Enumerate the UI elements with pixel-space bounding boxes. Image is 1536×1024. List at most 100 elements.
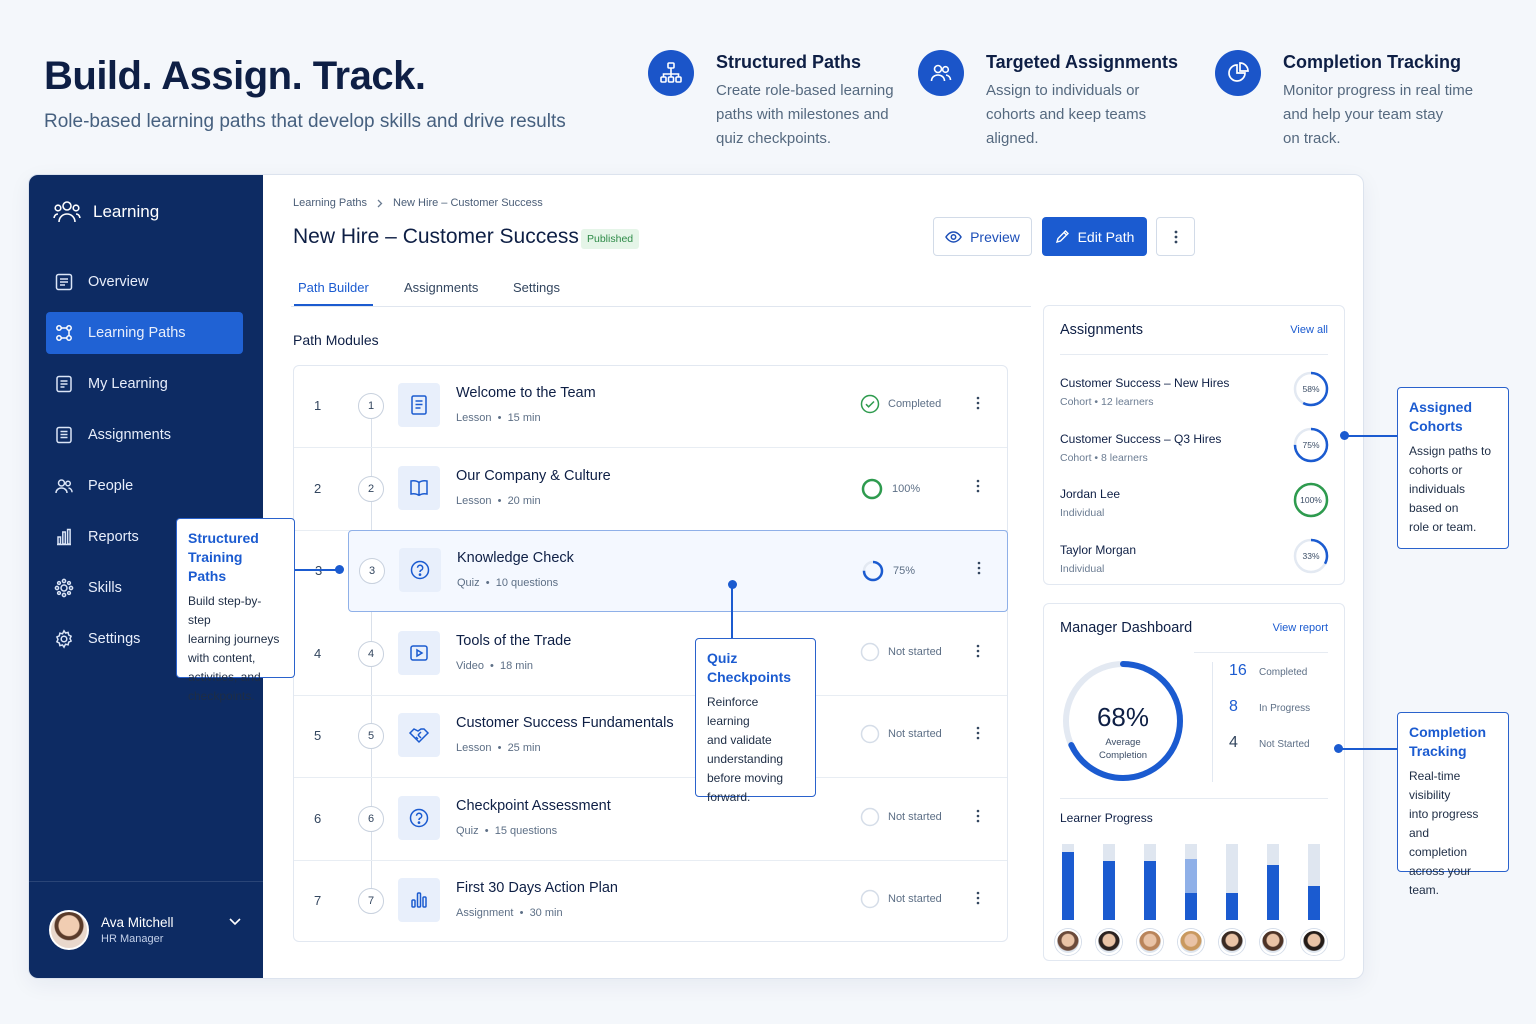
- module-more-button[interactable]: [976, 891, 980, 910]
- module-title: Customer Success Fundamentals: [456, 715, 674, 731]
- edit-path-button-label: Edit Path: [1077, 228, 1135, 245]
- user-profile[interactable]: Ava Mitchell HR Manager: [29, 881, 263, 978]
- tab-assignments[interactable]: Assignments: [404, 280, 478, 295]
- assignment-meta: Cohort • 12 learners: [1060, 396, 1154, 408]
- empty-ring: [860, 724, 880, 744]
- sidebar-item-label: Learning Paths: [88, 325, 186, 341]
- question-icon: [410, 560, 430, 580]
- avatar: [1301, 929, 1327, 955]
- module-more-button[interactable]: [976, 809, 980, 828]
- preview-button-label: Preview: [970, 228, 1020, 245]
- module-row[interactable]: 5 5 Customer Success Fundamentals Lesson • …: [294, 696, 1007, 778]
- module-icon-box: [399, 548, 441, 592]
- more-options-button[interactable]: [1156, 217, 1195, 256]
- sidebar-item-assignments[interactable]: Assignments: [46, 414, 243, 456]
- average-completion-donut: 68% Average Completion: [1063, 661, 1183, 781]
- module-row[interactable]: 1 1 Welcome to the Team Lesson • 15 min Comp…: [294, 366, 1007, 448]
- tab-path-builder[interactable]: Path Builder: [294, 280, 373, 306]
- callout-dot: [335, 565, 344, 574]
- learning-paths-icon: [56, 325, 72, 341]
- edit-path-button[interactable]: Edit Path: [1042, 217, 1147, 256]
- module-row[interactable]: 6 6 Checkpoint Assessment Quiz • 15 questio…: [294, 779, 1007, 861]
- sidebar-item-label: Settings: [88, 631, 141, 647]
- module-meta: Lesson • 15 min: [456, 412, 541, 424]
- module-status: Not started: [860, 889, 942, 909]
- module-row[interactable]: 7 7 First 30 Days Action Plan Assignment • …: [294, 861, 1007, 943]
- breadcrumb: Learning Paths New Hire – Customer Succe…: [293, 197, 543, 209]
- feature-targeted-assignments: Targeted Assignments Assign to individua…: [918, 50, 1178, 151]
- module-more-button[interactable]: [977, 561, 981, 580]
- sidebar-item-label: Assignments: [88, 427, 172, 443]
- callout-connector: [1338, 748, 1397, 750]
- feature-description: Monitor progress in real time and help y…: [1283, 82, 1474, 147]
- module-row[interactable]: 4 4 Tools of the Trade Video • 18 min Not st…: [294, 614, 1007, 696]
- module-status: Completed: [860, 394, 941, 414]
- view-report-link[interactable]: View report: [1273, 622, 1328, 634]
- module-row[interactable]: 2 2 Our Company & Culture Lesson • 20 min 10…: [294, 449, 1007, 531]
- assignment-row[interactable]: Customer Success – New Hires Cohort • 12 …: [1060, 371, 1330, 426]
- stat-completed: 16 Completed: [1229, 662, 1310, 698]
- path-modules-heading: Path Modules: [293, 332, 379, 348]
- callout-connector: [731, 585, 733, 638]
- callout-connector: [1344, 435, 1397, 437]
- module-more-button[interactable]: [976, 726, 980, 745]
- module-status: 100%: [860, 477, 920, 501]
- module-step: 5: [358, 723, 384, 749]
- avatar: [1219, 929, 1245, 955]
- module-row[interactable]: 33Knowledge CheckQuiz • 10 questions75%: [315, 530, 1008, 612]
- avatar: [1096, 929, 1122, 955]
- sidebar-item-my-learning[interactable]: My Learning: [46, 363, 243, 405]
- feature-title: Targeted Assignments: [986, 52, 1179, 72]
- module-meta: Lesson • 25 min: [456, 742, 541, 754]
- completion-stats: 16 Completed 8 In Progress 4 Not Started: [1212, 662, 1310, 782]
- module-title: Our Company & Culture: [456, 467, 611, 484]
- assignment-row[interactable]: Customer Success – Q3 Hires Cohort • 8 le…: [1060, 427, 1330, 482]
- module-more-button[interactable]: [976, 396, 980, 415]
- module-meta: Quiz • 10 questions: [457, 577, 559, 589]
- assignment-row[interactable]: Taylor Morgan Individual 33%: [1060, 538, 1330, 593]
- stat-label: Completed: [1259, 667, 1308, 678]
- learner-progress-bar: [1185, 844, 1197, 920]
- pencil-icon: [1055, 230, 1069, 244]
- sidebar-item-overview[interactable]: Overview: [46, 261, 243, 303]
- manager-dashboard-panel: Manager Dashboard View report 68% Averag…: [1043, 603, 1345, 961]
- tab-settings[interactable]: Settings: [513, 280, 560, 295]
- sidebar-item-people[interactable]: People: [46, 465, 243, 507]
- feature-description: Assign to individuals or cohorts and kee…: [986, 82, 1147, 147]
- chevron-down-icon[interactable]: [229, 918, 241, 926]
- breadcrumb-item[interactable]: Learning Paths: [293, 197, 367, 209]
- more-vertical-icon: [976, 809, 980, 822]
- view-all-link[interactable]: View all: [1290, 324, 1328, 336]
- sidebar-item-learning-paths[interactable]: Learning Paths: [46, 312, 243, 354]
- assignment-row[interactable]: Jordan Lee Individual 100%: [1060, 482, 1330, 537]
- stat-label: In Progress: [1259, 703, 1311, 714]
- module-icon-box: [398, 795, 440, 840]
- assignment-name: Customer Success – Q3 Hires: [1060, 431, 1222, 446]
- users-icon: [918, 50, 964, 96]
- assignments-icon: [56, 426, 72, 444]
- check-circle-icon: [860, 394, 880, 414]
- handshake-icon: [408, 728, 430, 744]
- assignment-name: Customer Success – New Hires: [1060, 376, 1230, 390]
- user-name: Ava Mitchell: [101, 915, 174, 930]
- module-number: 1: [314, 398, 322, 413]
- preview-button[interactable]: Preview: [933, 217, 1032, 256]
- module-more-button[interactable]: [976, 644, 980, 663]
- learner-progress-bar: [1103, 844, 1115, 920]
- sidebar-brand[interactable]: Learning: [53, 199, 159, 225]
- breadcrumb-item[interactable]: New Hire – Customer Success: [393, 197, 543, 209]
- assignments-panel: Assignments View all Customer Success – …: [1043, 305, 1345, 585]
- learner-progress-bar: [1144, 844, 1156, 920]
- completed-segment: [1144, 860, 1156, 920]
- module-title: Knowledge Check: [457, 550, 574, 566]
- sidebar-item-label: Skills: [88, 580, 122, 596]
- module-more-button[interactable]: [976, 479, 980, 498]
- assignment-progress-ring: 33%: [1293, 538, 1329, 573]
- assignment-name: Jordan Lee: [1060, 487, 1121, 501]
- learning-logo-icon: [53, 201, 81, 223]
- module-status: 75%: [861, 559, 915, 583]
- sidebar-item-label: People: [88, 478, 134, 494]
- module-number: 4: [314, 645, 322, 661]
- question-icon: [409, 808, 429, 827]
- module-title: Checkpoint Assessment: [456, 797, 611, 814]
